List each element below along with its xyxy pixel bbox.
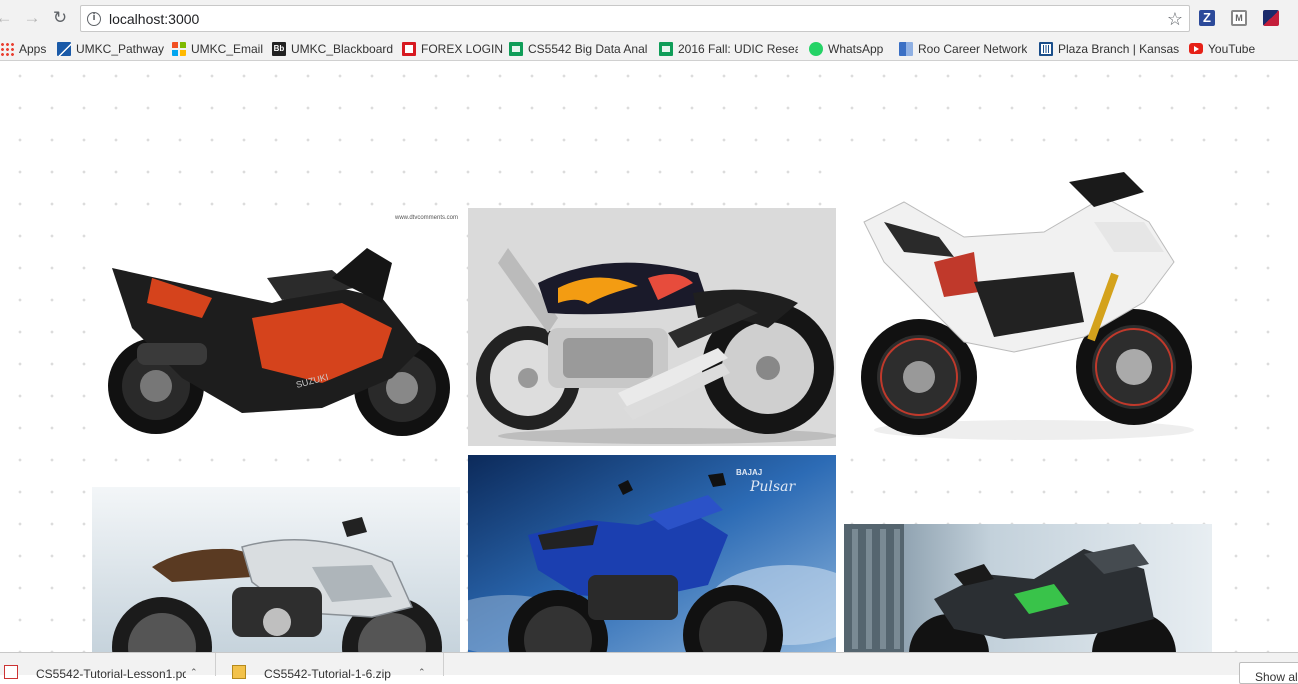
bookmark-label: 2016 Fall: UDIC Resea — [678, 41, 798, 56]
url-host: localhost — [109, 11, 165, 27]
chevron-up-icon[interactable]: ⌃ — [190, 667, 198, 678]
bookmark-cs5542[interactable]: CS5542 Big Data Anal — [509, 40, 647, 57]
url-text[interactable]: localhost:3000 — [109, 11, 199, 27]
bookmark-label: Roo Career Network — [918, 41, 1028, 56]
chopper-illustration — [468, 208, 836, 446]
download-shelf: CS5542-Tutorial-Lesson1.pdf ⌃ CS5542-Tut… — [0, 652, 1298, 684]
bookmark-star-icon[interactable]: ☆ — [1167, 8, 1183, 30]
gallery-image-ninja-h2r[interactable] — [844, 524, 1212, 652]
bookmark-label: UMKC_Blackboard — [291, 41, 394, 56]
bookmark-whatsapp[interactable]: WhatsApp — [809, 40, 883, 57]
bookmark-udic-research[interactable]: 2016 Fall: UDIC Resea — [659, 40, 798, 57]
whatsapp-icon — [809, 41, 823, 56]
archive-file-icon — [232, 665, 246, 679]
ninja-h2r-illustration — [844, 524, 1212, 652]
bookmark-umkc-pathway[interactable]: UMKC_Pathway — [57, 40, 164, 57]
bookmarks-bar: Apps UMKC_Pathway UMKC_Email Bb UMKC_Bla… — [0, 36, 1298, 61]
bookmark-label: WhatsApp — [828, 41, 884, 56]
bookmark-youtube[interactable]: YouTube — [1189, 40, 1255, 57]
bookmark-label: UMKC_Pathway — [76, 41, 165, 56]
bookmark-label: Apps — [19, 41, 47, 56]
pdf-file-icon — [4, 665, 18, 679]
library-icon — [1039, 41, 1053, 56]
gallery-image-chopper[interactable] — [468, 208, 836, 446]
forward-arrow-icon[interactable]: → — [22, 8, 42, 28]
gallery-image-sportbike-red[interactable]: www.dtvcomments.com SUZUKI — [92, 208, 460, 448]
blackboard-icon: Bb — [272, 41, 286, 56]
sportbike-red-illustration: SUZUKI — [108, 248, 450, 436]
brand-text: BAJAJ — [736, 468, 762, 477]
bookmark-label: UMKC_Email — [191, 41, 264, 56]
sportbike-white-illustration — [861, 172, 1194, 440]
bookmark-umkc-email[interactable]: UMKC_Email — [172, 40, 263, 57]
gallery-image-sportbike-white[interactable] — [844, 162, 1212, 452]
m-extension-icon[interactable]: M — [1231, 10, 1247, 26]
browser-toolbar: ← → ↻ i localhost:3000 ☆ Z M — [0, 0, 1298, 36]
zotero-icon[interactable]: Z — [1199, 10, 1215, 26]
umkc-pathway-icon — [57, 41, 71, 56]
bookmark-apps[interactable]: Apps — [0, 40, 46, 57]
page-content: www.dtvcomments.com SUZUKI BAJAJ Pulsar — [0, 62, 1298, 652]
download-item[interactable]: CS5542-Tutorial-Lesson1.pdf ⌃ — [0, 653, 216, 681]
roo-career-icon — [899, 41, 913, 56]
model-text: Pulsar — [749, 479, 796, 495]
site-info-icon[interactable]: i — [87, 12, 101, 26]
google-sheets-icon — [659, 41, 673, 56]
bookmark-label: CS5542 Big Data Anal — [528, 41, 648, 56]
download-item[interactable]: CS5542-Tutorial-1-6.zip ⌃ — [216, 653, 444, 681]
gallery-image-cafe-racer[interactable] — [92, 487, 460, 652]
forex-icon — [402, 41, 416, 56]
google-sheets-icon — [509, 41, 523, 56]
cafe-racer-illustration — [92, 487, 460, 652]
reload-icon[interactable]: ↻ — [50, 8, 70, 28]
download-name: CS5542-Tutorial-Lesson1.pdf — [36, 667, 186, 681]
apps-grid-icon — [0, 41, 14, 56]
show-all-downloads-button[interactable]: Show all — [1239, 662, 1298, 684]
bookmark-umkc-blackboard[interactable]: Bb UMKC_Blackboard — [272, 40, 393, 57]
url-port: :3000 — [164, 11, 200, 27]
pocket-extension-icon[interactable] — [1263, 10, 1279, 26]
image-watermark: www.dtvcomments.com — [394, 215, 458, 221]
pulsar-illustration: BAJAJ Pulsar — [468, 455, 836, 652]
address-bar[interactable]: i localhost:3000 ☆ — [80, 5, 1190, 32]
bookmark-forex-login[interactable]: FOREX LOGIN — [402, 40, 503, 57]
chevron-up-icon[interactable]: ⌃ — [418, 667, 426, 678]
microsoft-icon — [172, 41, 186, 56]
bookmark-label: FOREX LOGIN — [421, 41, 504, 56]
bookmark-plaza-branch[interactable]: Plaza Branch | Kansas — [1039, 40, 1179, 57]
bookmark-roo-career[interactable]: Roo Career Network — [899, 40, 1027, 57]
youtube-icon — [1189, 43, 1203, 54]
gallery-image-pulsar[interactable]: BAJAJ Pulsar — [468, 455, 836, 652]
back-arrow-icon[interactable]: ← — [0, 8, 14, 28]
bookmark-label: YouTube — [1208, 41, 1256, 56]
bookmark-label: Plaza Branch | Kansas — [1058, 41, 1180, 56]
download-name: CS5542-Tutorial-1-6.zip — [264, 667, 391, 681]
